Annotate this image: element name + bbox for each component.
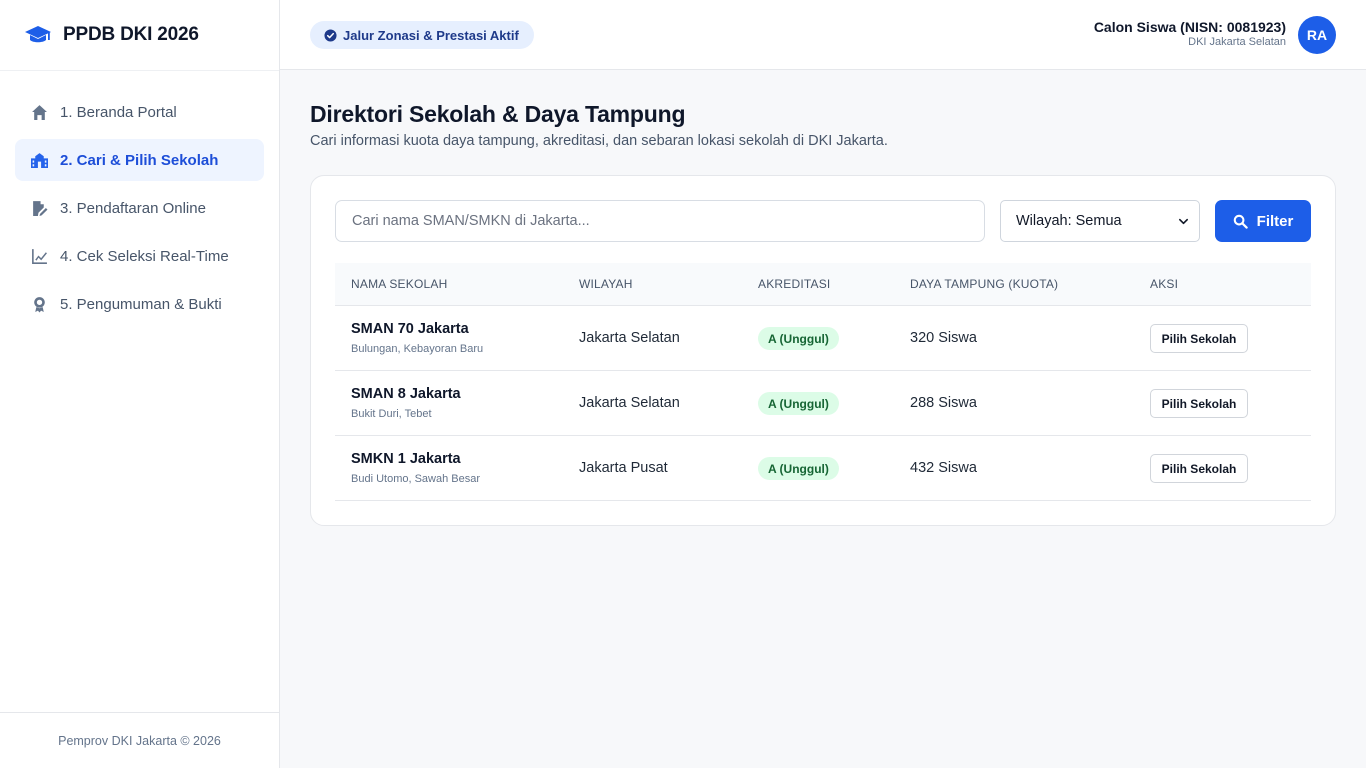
status-badge: Jalur Zonasi & Prestasi Aktif (310, 21, 534, 49)
region-select[interactable]: Wilayah: Semua (1000, 200, 1200, 242)
school-icon (30, 151, 48, 169)
sidebar-item-beranda[interactable]: 1. Beranda Portal (15, 91, 264, 133)
school-capacity: 432 Siswa (910, 460, 977, 476)
sidebar-footer: Pemprov DKI Jakarta © 2026 (0, 712, 279, 768)
award-icon (30, 295, 48, 313)
brand-title: PPDB DKI 2026 (63, 24, 199, 45)
column-header: WILAYAH (579, 277, 633, 291)
check-circle-icon (324, 28, 337, 42)
user-name: Calon Siswa (NISN: 0081923) (1093, 19, 1286, 35)
filter-button[interactable]: Filter (1215, 200, 1311, 242)
column-header: AKREDITASI (758, 277, 831, 291)
sidebar-item-label: 1. Beranda Portal (60, 103, 177, 121)
avatar[interactable]: RA (1298, 16, 1336, 54)
school-directory-card: Wilayah: Semua Filter NAMA SEKOLAH WILAY… (310, 175, 1336, 526)
sidebar-item-label: 3. Pendaftaran Online (60, 199, 206, 217)
school-region: Jakarta Selatan (579, 395, 680, 411)
school-capacity: 288 Siswa (910, 395, 977, 411)
table-row: SMAN 8 Jakarta Bukit Duri, Tebet Jakarta… (335, 371, 1311, 436)
column-header: AKSI (1150, 277, 1179, 291)
school-region: Jakarta Selatan (579, 330, 680, 346)
table-row: SMAN 70 Jakarta Bulungan, Kebayoran Baru… (335, 306, 1311, 371)
accreditation-badge: A (Unggul) (758, 392, 839, 415)
page-title: Direktori Sekolah & Daya Tampung (310, 101, 686, 127)
table-header: NAMA SEKOLAH WILAYAH AKREDITASI DAYA TAM… (335, 263, 1311, 306)
chart-line-icon (30, 247, 48, 265)
region-select-value: Wilayah: Semua (1016, 213, 1122, 229)
school-location: Bulungan, Kebayoran Baru (351, 343, 484, 355)
brand[interactable]: PPDB DKI 2026 (0, 0, 279, 71)
user-info: Calon Siswa (NISN: 0081923) DKI Jakarta … (1094, 19, 1286, 48)
chevron-down-icon (1179, 218, 1188, 225)
home-icon (30, 103, 48, 121)
sidebar-item-label: 4. Cek Seleksi Real-Time (60, 247, 229, 265)
school-capacity: 320 Siswa (910, 330, 977, 346)
school-location: Budi Utomo, Sawah Besar (351, 473, 481, 485)
sidebar-item-label: 5. Pengumuman & Bukti (60, 295, 222, 313)
file-edit-icon (30, 199, 48, 217)
pick-school-button[interactable]: Pilih Sekolah (1150, 454, 1248, 483)
column-header: NAMA SEKOLAH (351, 277, 448, 291)
column-header: DAYA TAMPUNG (KUOTA) (910, 277, 1059, 291)
status-badge-label: Jalur Zonasi & Prestasi Aktif (343, 27, 519, 43)
school-table: NAMA SEKOLAH WILAYAH AKREDITASI DAYA TAM… (335, 263, 1311, 501)
school-name: SMAN 8 Jakarta (351, 386, 461, 402)
page-subtitle: Cari informasi kuota daya tampung, akred… (310, 133, 888, 149)
pick-school-button[interactable]: Pilih Sekolah (1150, 324, 1248, 353)
accreditation-badge: A (Unggul) (758, 327, 839, 350)
sidebar-item-cek-seleksi[interactable]: 4. Cek Seleksi Real-Time (15, 235, 264, 277)
user-region: DKI Jakarta Selatan (1188, 36, 1286, 48)
top-header: Jalur Zonasi & Prestasi Aktif Calon Sisw… (280, 0, 1366, 70)
school-name: SMKN 1 Jakarta (351, 451, 461, 467)
sidebar-item-pengumuman[interactable]: 5. Pengumuman & Bukti (15, 283, 264, 325)
accreditation-badge: A (Unggul) (758, 457, 839, 480)
school-location: Bukit Duri, Tebet (351, 408, 432, 420)
school-region: Jakarta Pusat (579, 460, 668, 476)
filter-button-label: Filter (1256, 212, 1294, 230)
graduation-cap-icon (25, 26, 51, 43)
sidebar-item-pendaftaran[interactable]: 3. Pendaftaran Online (15, 187, 264, 229)
search-input[interactable] (335, 200, 985, 242)
sidebar-item-cari-sekolah[interactable]: 2. Cari & Pilih Sekolah (15, 139, 264, 181)
school-name: SMAN 70 Jakarta (351, 321, 469, 337)
table-row: SMKN 1 Jakarta Budi Utomo, Sawah Besar J… (335, 436, 1311, 501)
sidebar-item-label: 2. Cari & Pilih Sekolah (60, 151, 219, 169)
search-icon (1233, 214, 1248, 229)
sidebar-nav: 1. Beranda Portal 2. Cari & Pilih Sekola… (0, 71, 279, 325)
pick-school-button[interactable]: Pilih Sekolah (1150, 389, 1248, 418)
sidebar: PPDB DKI 2026 1. Beranda Portal 2. Cari … (0, 0, 280, 768)
